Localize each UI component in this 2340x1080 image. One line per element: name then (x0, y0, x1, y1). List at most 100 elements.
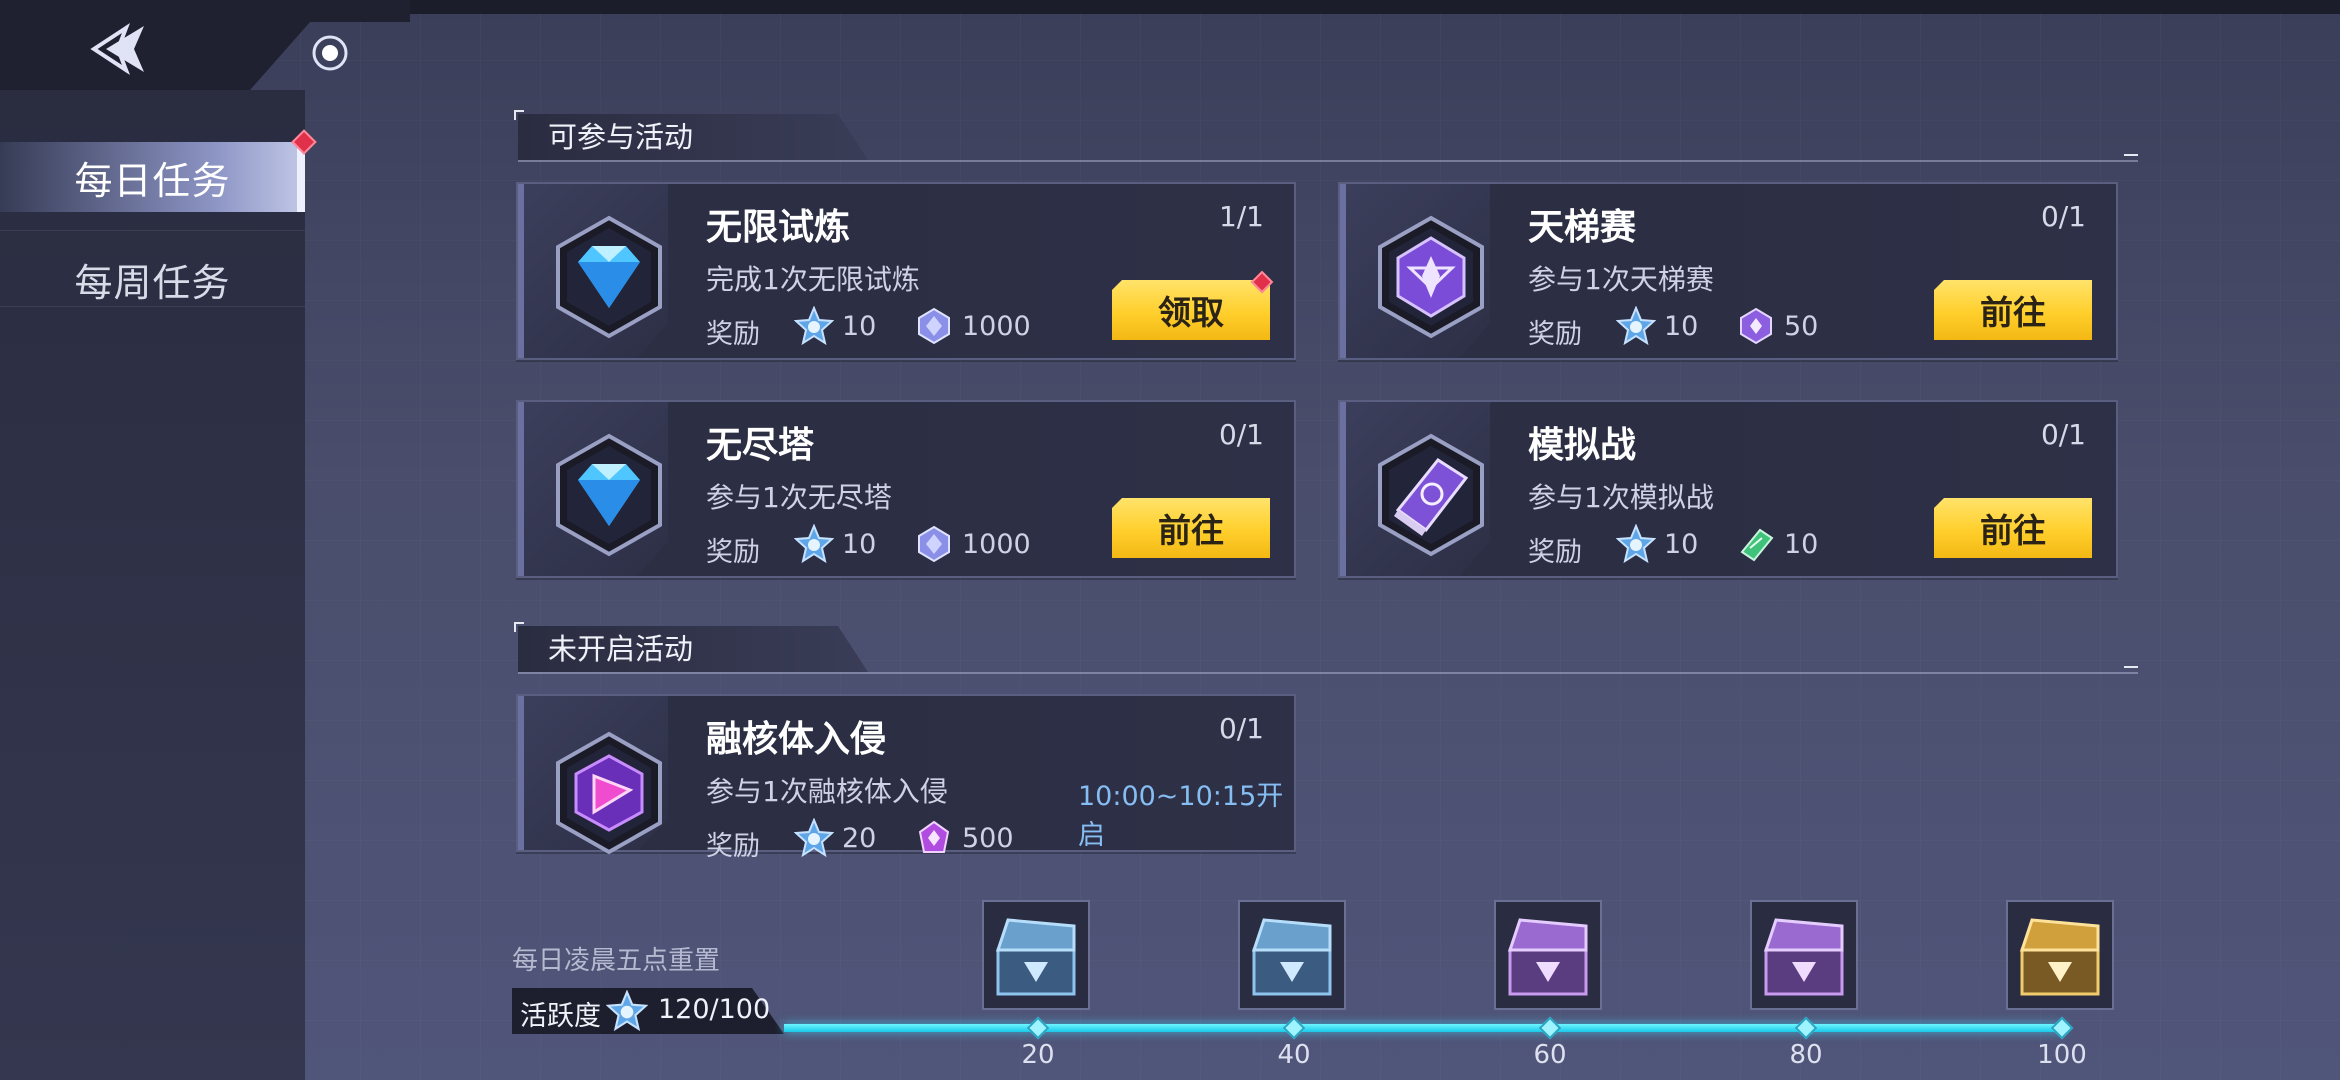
divider (0, 306, 305, 307)
card-accent (518, 696, 524, 850)
task-progress: 0/1 (2040, 418, 2086, 451)
reward-value: 10 (1664, 310, 1699, 342)
blue-chest-icon (1251, 918, 1332, 996)
gold-chest-icon (2019, 918, 2100, 996)
section-title: 可参与活动 (548, 120, 694, 154)
activity-point-icon (793, 817, 835, 858)
reset-note: 每日凌晨五点重置 (512, 946, 721, 976)
activity-point-icon (605, 989, 649, 1032)
purple-gem-icon (914, 524, 954, 564)
milestone-label: 80 (1789, 1040, 1823, 1070)
reward-activity: 10 (1615, 523, 1698, 564)
back-button[interactable] (88, 14, 168, 84)
section-line (518, 160, 2138, 162)
reward-label: 奖励 (706, 537, 760, 568)
claim-button[interactable]: 领取 (1112, 280, 1270, 340)
activity-value: 120/100 (658, 994, 771, 1025)
reward-value: 1000 (962, 528, 1031, 560)
record-icon (312, 35, 348, 71)
sidebar (0, 90, 305, 1080)
purple-chest-icon (1507, 918, 1588, 996)
reward-activity: 10 (793, 523, 877, 564)
sidebar-item-label: 每日任务 (74, 158, 231, 203)
progress-fill (784, 1024, 2064, 1032)
section-corner (514, 110, 524, 120)
reward-chest-60[interactable] (1494, 900, 1602, 1010)
reward-activity: 10 (793, 305, 876, 346)
sidebar-item-weekly[interactable]: 每周任务 (0, 244, 305, 314)
reward-label: 奖励 (706, 319, 760, 350)
section-tick (2124, 666, 2138, 668)
task-title: 无尽塔 (706, 425, 815, 466)
task-progress: 0/1 (2040, 200, 2086, 233)
task-progress: 0/1 (1218, 418, 1264, 451)
reward-value: 10 (842, 528, 877, 560)
reward-gem: 1000 (914, 524, 1031, 564)
reward-chest-40[interactable] (1238, 900, 1346, 1010)
diamond-icon (546, 214, 672, 340)
reward-value: 20 (842, 822, 877, 854)
card-accent (518, 402, 524, 576)
section-corner (514, 622, 524, 632)
task-description: 参与1次模拟战 (1528, 481, 1714, 514)
task-description: 参与1次无尽塔 (706, 481, 892, 514)
sidebar-item-daily[interactable]: 每日任务 (0, 142, 305, 212)
purple-gem-icon (914, 306, 954, 346)
section-line (518, 672, 2138, 674)
reward-label: 奖励 (706, 831, 760, 862)
task-card-endless-tower: 无尽塔 0/1 参与1次无尽塔 奖励 10 1000 前往 (516, 400, 1296, 578)
sidebar-item-label: 每周任务 (74, 260, 231, 305)
milestone-label: 100 (2037, 1040, 2087, 1070)
reward-gem: 1000 (914, 306, 1031, 346)
task-title: 天梯赛 (1528, 207, 1637, 248)
activity-point-icon (793, 523, 835, 564)
task-description: 参与1次融核体入侵 (706, 775, 948, 808)
section-header-available: 可参与活动 (514, 110, 2138, 162)
reward-ticket: 10 (1736, 524, 1818, 564)
task-card-ladder: 天梯赛 0/1 参与1次天梯赛 奖励 10 50 前往 (1338, 182, 2118, 360)
go-button[interactable]: 前往 (1934, 280, 2092, 340)
reward-activity: 20 (793, 817, 877, 858)
task-title: 融核体入侵 (706, 719, 887, 760)
card-accent (518, 184, 524, 358)
diamond-icon (546, 432, 672, 558)
reward-label: 奖励 (1528, 537, 1582, 568)
reward-activity: 10 (1615, 305, 1699, 346)
ladder-coin-icon (1736, 306, 1776, 346)
section-tick (2124, 154, 2138, 156)
task-card-infinite-trial: 无限试炼 1/1 完成1次无限试炼 奖励 10 1000 领取 (516, 182, 1296, 360)
task-progress: 0/1 (1218, 712, 1264, 745)
task-title: 无限试炼 (706, 207, 851, 248)
open-time: 10:00~10:15开启 (1078, 781, 1284, 851)
activity-point-icon (1615, 305, 1657, 346)
activity-point-icon (1615, 523, 1657, 564)
reward-value: 500 (962, 822, 1014, 854)
task-card-fusion-invasion: 融核体入侵 0/1 参与1次融核体入侵 10:00~10:15开启 奖励 20 … (516, 694, 1296, 862)
divider (0, 230, 305, 231)
reward-chest-100[interactable] (2006, 900, 2114, 1010)
purple-chest-icon (1763, 918, 1844, 996)
go-button[interactable]: 前往 (1934, 498, 2092, 558)
card-accent (1340, 184, 1346, 358)
back-arrow-icon (90, 22, 144, 76)
ladder-emblem-icon (1368, 214, 1494, 340)
section-title: 未开启活动 (548, 632, 694, 666)
blue-chest-icon (995, 918, 1076, 996)
activity-point-icon (793, 305, 835, 346)
milestone-label: 60 (1533, 1040, 1567, 1070)
reward-value: 1000 (962, 310, 1031, 342)
reward-label: 奖励 (1528, 319, 1582, 350)
go-button[interactable]: 前往 (1112, 498, 1270, 558)
reward-crystal: 500 (914, 818, 1014, 858)
record-button[interactable] (300, 28, 360, 78)
reward-value: 50 (1784, 310, 1819, 342)
task-card-simulation: 模拟战 0/1 参与1次模拟战 奖励 10 10 前往 (1338, 400, 2118, 578)
simulation-book-icon (1368, 432, 1494, 558)
reward-coin: 50 (1736, 306, 1818, 346)
green-ticket-icon (1736, 524, 1776, 564)
reward-chest-20[interactable] (982, 900, 1090, 1010)
task-description: 完成1次无限试炼 (706, 263, 920, 296)
purple-crystal-icon (914, 818, 954, 858)
section-header-locked: 未开启活动 (514, 622, 2138, 674)
reward-chest-80[interactable] (1750, 900, 1858, 1010)
